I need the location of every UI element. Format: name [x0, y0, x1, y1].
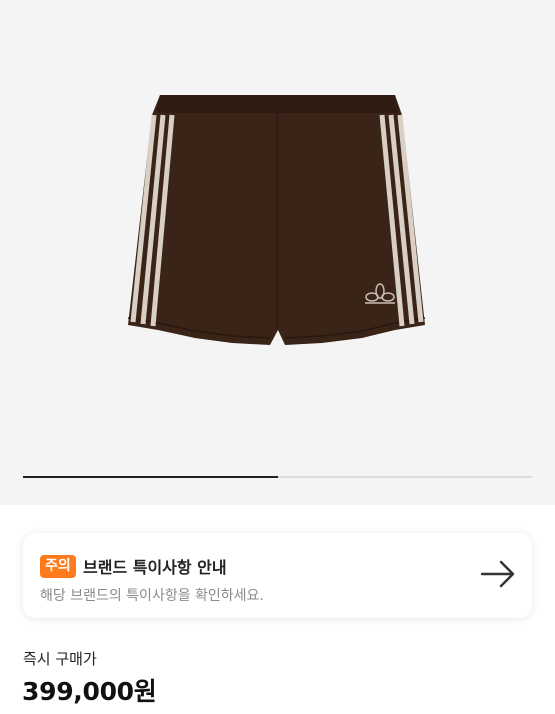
gallery-progress-fill — [23, 476, 278, 478]
product-image — [127, 95, 426, 345]
arrow-right-icon[interactable] — [480, 559, 516, 589]
brand-notice-card[interactable]: 주의 브랜드 특이사항 안내 해당 브랜드의 특이사항을 확인하세요. — [23, 533, 532, 618]
product-gallery[interactable] — [0, 0, 555, 505]
caution-badge: 주의 — [40, 555, 76, 578]
instant-buy-price: 399,000원 — [22, 677, 157, 706]
gallery-progress-bar — [23, 476, 532, 478]
notice-title: 브랜드 특이사항 안내 — [83, 558, 227, 577]
notice-description: 해당 브랜드의 특이사항을 확인하세요. — [40, 588, 264, 604]
instant-buy-price-label: 즉시 구매가 — [23, 650, 97, 668]
